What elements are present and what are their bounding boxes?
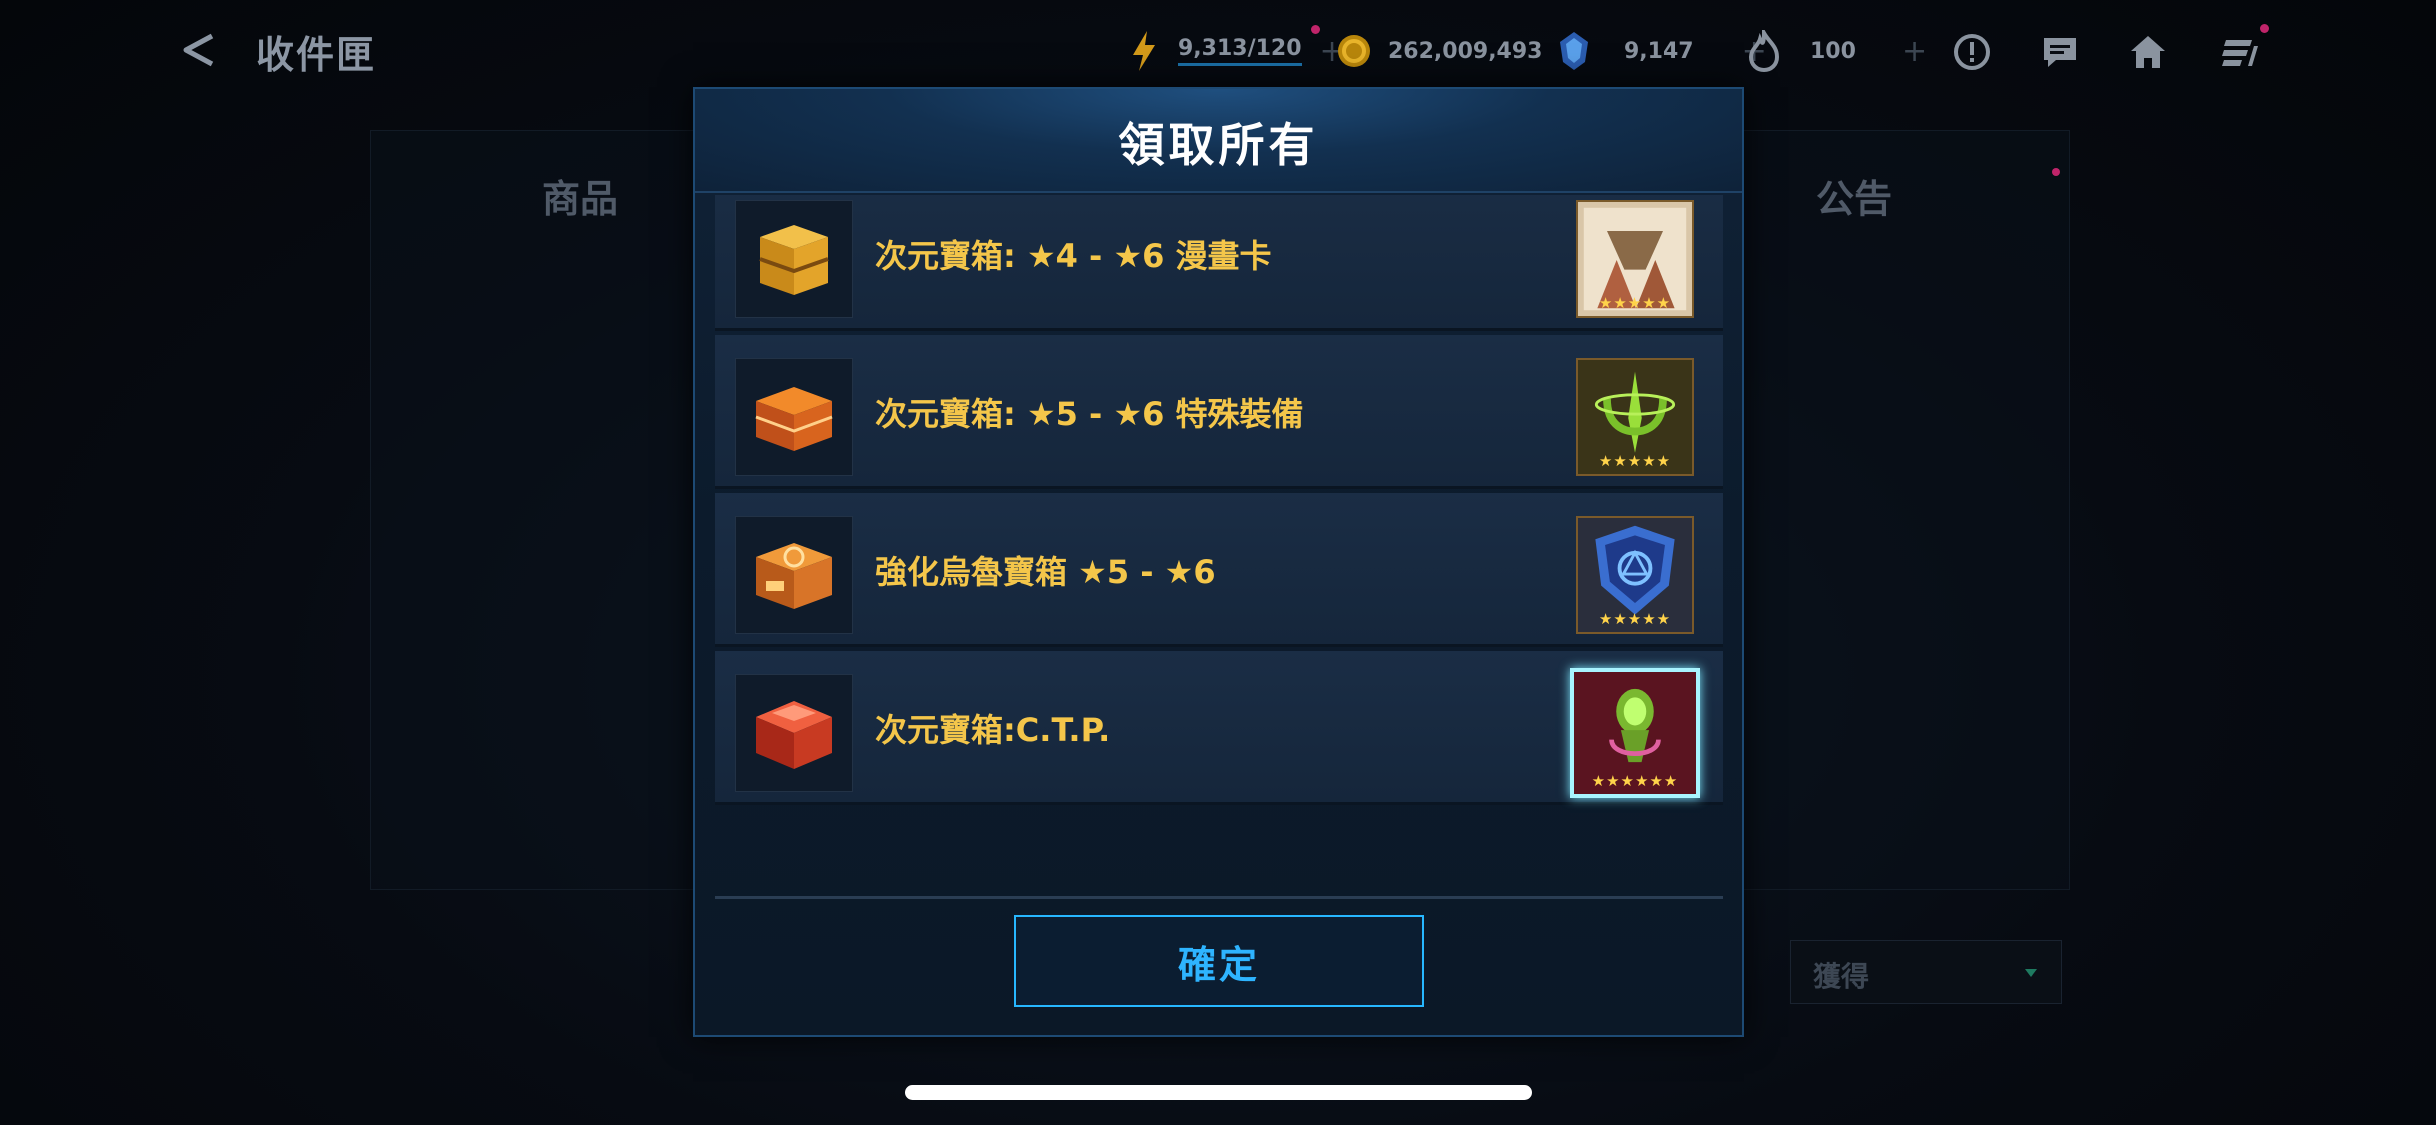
alert-icon[interactable]: [1950, 30, 1994, 74]
notification-dot: [2260, 24, 2269, 33]
notification-dot: [1311, 25, 1320, 34]
reward-stars: ★★★★★: [1598, 610, 1672, 628]
item-label: 強化烏魯寶箱 ★5 - ★6: [875, 553, 1216, 591]
gold-coin-icon: [1334, 29, 1374, 73]
list-item: 強化烏魯寶箱 ★5 - ★6 ★★★★★: [715, 493, 1723, 647]
item-label: 次元寶箱:C.T.P.: [875, 711, 1111, 749]
lightning-icon: [1124, 29, 1164, 73]
list-item: 次元寶箱:C.T.P. ★★★★★★: [715, 651, 1723, 805]
blue-shield-icon: ★★★★★: [1576, 516, 1694, 634]
menu-icon[interactable]: [2218, 30, 2262, 74]
reward-stars: ★★★★★: [1598, 294, 1672, 312]
chat-icon[interactable]: [2038, 30, 2082, 74]
uru-chest-icon: [735, 516, 853, 634]
filter-dropdown: 獲得: [1790, 940, 2062, 1004]
top-bar: 收件匣 9,313/120 + 262,009,493 + 9,147 + 10…: [0, 0, 2436, 100]
green-gear-icon: ★★★★★: [1576, 358, 1694, 476]
dialog-title: 領取所有: [1118, 118, 1319, 172]
gold-resource: 262,009,493 +: [1334, 28, 1586, 74]
energy-value: 9,313/120: [1178, 36, 1302, 66]
home-indicator[interactable]: [905, 1085, 1532, 1100]
home-icon[interactable]: [2126, 30, 2170, 74]
list-divider: [715, 896, 1723, 899]
gold-value: 262,009,493: [1388, 38, 1543, 64]
crystal-value: 9,147: [1624, 38, 1694, 64]
list-item: 次元寶箱: ★4 - ★6 漫畫卡 ★★★★★: [715, 195, 1723, 331]
reward-list[interactable]: 次元寶箱: ★4 - ★6 漫畫卡 ★★★★★ 次元寶箱: ★5 - ★6 特殊…: [715, 195, 1723, 901]
fire-plus-button[interactable]: +: [1902, 34, 1927, 69]
confirm-button-label: 確定: [1177, 942, 1260, 987]
claim-all-dialog: 領取所有 次元寶箱: ★4 - ★6 漫畫卡 ★★★★★ 次元寶箱: ★5 - …: [693, 87, 1744, 1037]
reward-stars: ★★★★★★: [1591, 772, 1679, 790]
red-chest-icon: [735, 674, 853, 792]
confirm-button[interactable]: 確定: [1014, 915, 1424, 1007]
tab-goods: 商品: [542, 177, 619, 221]
gold-chest-icon: [735, 200, 853, 318]
notification-dot: [2052, 168, 2060, 176]
dialog-header: 領取所有: [695, 89, 1742, 193]
list-item: 次元寶箱: ★5 - ★6 特殊裝備 ★★★★★: [715, 335, 1723, 489]
orange-chest-icon: [735, 358, 853, 476]
comic-card-icon: ★★★★★: [1576, 200, 1694, 318]
crystal-resource: 9,147 +: [1554, 28, 1767, 74]
energy-resource: 9,313/120 +: [1124, 28, 1345, 74]
page-title: 收件匣: [256, 33, 377, 77]
fire-resource: 100 +: [1744, 28, 1927, 74]
crystal-icon: [1554, 29, 1594, 73]
flame-icon: [1744, 29, 1784, 73]
ctp-icon: ★★★★★★: [1570, 668, 1700, 798]
back-arrow-icon[interactable]: [178, 28, 222, 72]
item-label: 次元寶箱: ★4 - ★6 漫畫卡: [875, 237, 1272, 275]
tab-announcements: 公告: [1816, 177, 1893, 221]
fire-value: 100: [1810, 38, 1856, 64]
item-label: 次元寶箱: ★5 - ★6 特殊裝備: [875, 395, 1304, 433]
chevron-down-icon: [2025, 969, 2037, 977]
filter-dropdown-label: 獲得: [1813, 960, 1870, 993]
reward-stars: ★★★★★: [1598, 452, 1672, 470]
